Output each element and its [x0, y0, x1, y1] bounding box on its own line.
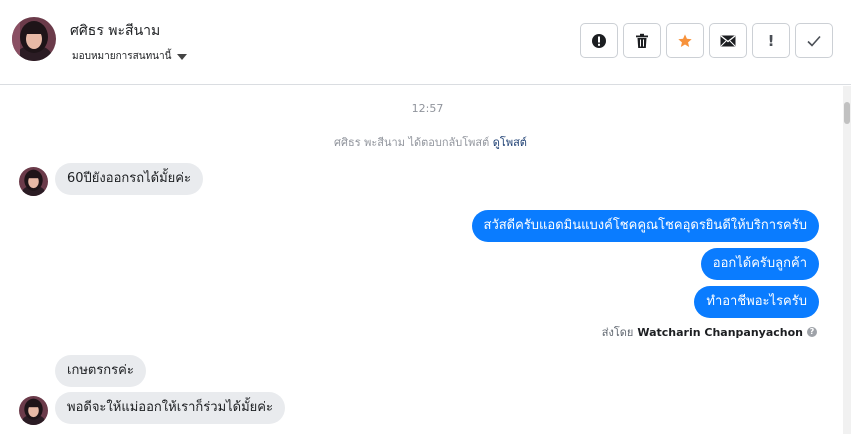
alert-circle-icon	[592, 33, 606, 48]
contact-name: ศศิธร พะสีนาม	[70, 23, 161, 39]
conversation-header: ศศิธร พะสีนาม มอบหมายการสนทนานี้ !	[0, 0, 851, 85]
mark-spam-button[interactable]	[580, 23, 618, 58]
contact-avatar-small	[19, 396, 48, 425]
conversation-actions: !	[580, 23, 833, 58]
check-icon	[807, 35, 821, 47]
system-message: ศศิธร พะสีนาม ได้ตอบกลับโพสต์ ดูโพสต์	[0, 133, 851, 151]
follow-up-button[interactable]: !	[752, 23, 790, 58]
message-bubble-outgoing: ทำอาชีพอะไรครับ	[694, 286, 819, 318]
mark-unread-button[interactable]	[709, 23, 747, 58]
message-bubble-incoming: เกษตรกรค่ะ	[55, 355, 146, 387]
sent-by-label: ส่งโดย	[601, 326, 634, 339]
view-post-link[interactable]: ดูโพสต์	[493, 136, 527, 149]
assign-conversation-dropdown[interactable]: มอบหมายการสนทนานี้	[72, 49, 188, 64]
envelope-icon	[720, 34, 736, 46]
caret-down-icon	[177, 54, 188, 60]
message-bubble-incoming: พอดีจะให้แม่ออกให้เราก็ร่วมได้มั้ยค่ะ	[55, 392, 285, 424]
exclamation-icon: !	[767, 31, 775, 50]
message-bubble-outgoing: ออกได้ครับลูกค้า	[700, 248, 819, 280]
contact-avatar[interactable]	[12, 17, 56, 61]
info-icon[interactable]: ?	[807, 327, 817, 337]
system-message-text: ศศิธร พะสีนาม ได้ตอบกลับโพสต์	[334, 136, 490, 149]
sent-by-note: ส่งโดย Watcharin Chanpanyachon ?	[602, 323, 817, 341]
message-timestamp: 12:57	[411, 102, 444, 115]
message-bubble-outgoing: สวัสดีครับแอดมินแบงค์โชคคูณโชคอุดรยินดีใ…	[471, 210, 819, 242]
contact-avatar-small	[19, 167, 48, 196]
star-button[interactable]	[666, 23, 704, 58]
sent-by-agent: Watcharin Chanpanyachon	[637, 325, 803, 339]
assign-label: มอบหมายการสนทนานี้	[72, 51, 172, 62]
star-icon	[678, 33, 692, 47]
message-bubble-incoming: 60ปียังออกรถได้มั้ยค่ะ	[55, 163, 203, 195]
trash-icon	[636, 33, 648, 48]
delete-button[interactable]	[623, 23, 661, 58]
mark-done-button[interactable]	[795, 23, 833, 58]
